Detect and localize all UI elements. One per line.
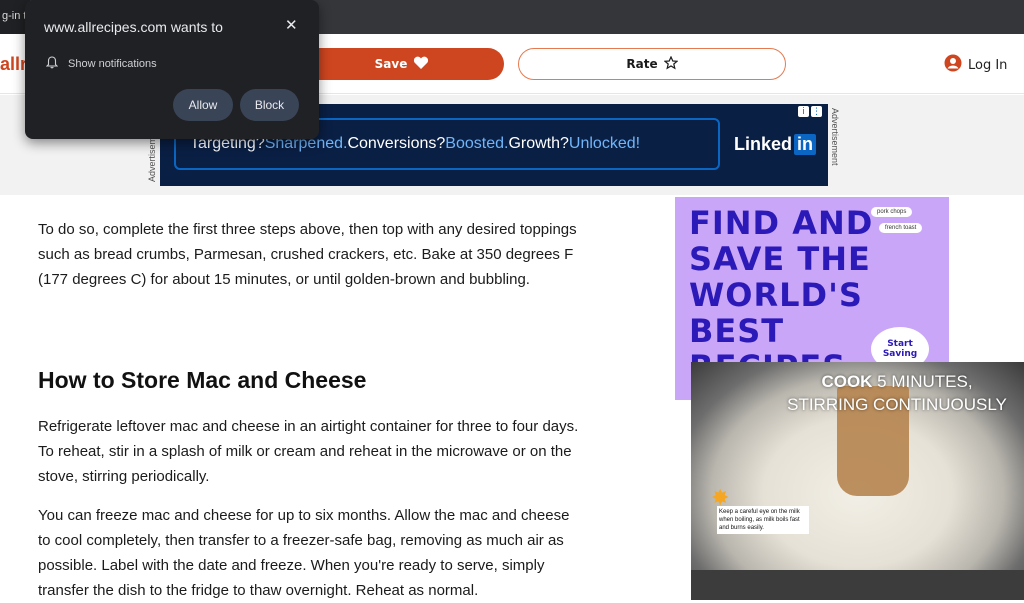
- store-section-heading: How to Store Mac and Cheese: [38, 367, 367, 393]
- video-control-bar[interactable]: [691, 570, 1024, 600]
- linkedin-logo-in: in: [794, 134, 817, 155]
- ad-text-highlight2: Boosted.: [445, 135, 509, 152]
- permission-item-label: Show notifications: [68, 58, 157, 70]
- ad-text-part2: Conversions?: [347, 135, 446, 152]
- heart-icon: [413, 56, 429, 73]
- recipe-video-player[interactable]: COOK 5 MINUTES, STIRRING CONTINUOUSLY ✸ …: [691, 362, 1024, 600]
- permission-title: www.allrecipes.com wants to: [44, 19, 223, 35]
- adchoices-info-icon[interactable]: i: [798, 106, 809, 117]
- block-button[interactable]: Block: [240, 89, 299, 121]
- close-icon[interactable]: ✕: [285, 16, 298, 34]
- ad-text-part3: Growth?: [508, 135, 569, 152]
- notification-permission-popup: www.allrecipes.com wants to ✕ Show notif…: [25, 0, 319, 139]
- star-icon: [663, 55, 679, 73]
- linkedin-logo-text: Linked: [734, 134, 793, 154]
- allow-button[interactable]: Allow: [173, 89, 233, 121]
- video-tip: Keep a careful eye on the milk when boil…: [717, 506, 809, 534]
- login-link[interactable]: Log In: [944, 54, 1007, 76]
- rate-button[interactable]: Rate: [518, 48, 786, 80]
- side-ad-pill-toast: french toast: [879, 223, 923, 233]
- ad-choices[interactable]: i ⋮: [798, 106, 822, 117]
- ad-text-highlight3: Unlocked!: [568, 135, 641, 152]
- browser-tab-title: g-in t: [2, 10, 27, 22]
- bell-icon: [45, 56, 59, 72]
- permission-item: Show notifications: [45, 56, 157, 72]
- user-icon: [944, 54, 962, 76]
- freeze-paragraph: You can freeze mac and cheese for up to …: [38, 507, 570, 599]
- linkedin-logo: Linked in: [734, 134, 817, 155]
- save-button[interactable]: Save: [300, 48, 504, 80]
- store-paragraph: Refrigerate leftover mac and cheese in a…: [38, 418, 579, 485]
- video-caption: COOK 5 MINUTES, STIRRING CONTINUOUSLY: [781, 370, 1013, 416]
- login-label: Log In: [968, 57, 1008, 73]
- bake-instructions-paragraph: To do so, complete the first three steps…: [38, 221, 577, 288]
- side-ad-headline: FIND AND SAVE THE WORLD'S BEST RECIPES: [689, 204, 874, 385]
- save-button-label: Save: [374, 57, 408, 71]
- ad-side-label-right: Advertisement: [830, 108, 840, 166]
- rate-button-label: Rate: [626, 57, 658, 71]
- side-ad-pill-pork: pork chops: [871, 207, 913, 217]
- video-caption-bold: COOK: [821, 372, 873, 391]
- adchoices-close-icon[interactable]: ⋮: [811, 106, 822, 117]
